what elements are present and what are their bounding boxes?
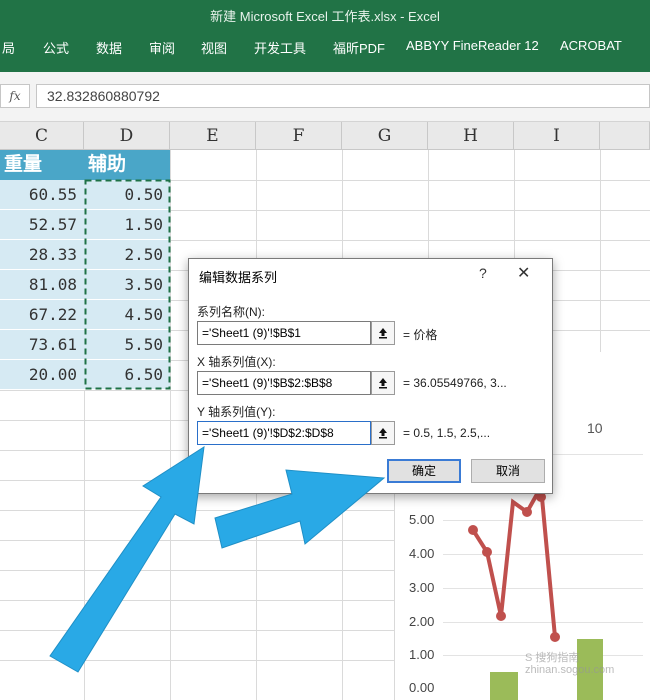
formula-input[interactable]: 32.832860880792 — [36, 84, 650, 108]
help-icon[interactable]: ? — [479, 265, 487, 281]
chart-point — [468, 525, 478, 535]
x-values-input[interactable]: ='Sheet1 (9)'!$B$2:$B$8 — [197, 371, 371, 395]
cancel-button[interactable]: 取消 — [471, 459, 545, 483]
chart-point — [550, 632, 560, 642]
series-name-label: 系列名称(N): — [197, 305, 265, 319]
collapse-range-icon[interactable] — [371, 321, 395, 345]
ribbon: 新建 Microsoft Excel 工作表.xlsx - Excel 局 公式… — [0, 0, 650, 72]
series-name-input[interactable]: ='Sheet1 (9)'!$B$1 — [197, 321, 371, 345]
close-icon[interactable]: ✕ — [517, 263, 530, 283]
column-header-j[interactable] — [600, 122, 650, 150]
collapse-range-icon[interactable] — [371, 421, 395, 445]
column-header-i[interactable]: I — [514, 122, 600, 150]
window-title: 新建 Microsoft Excel 工作表.xlsx - Excel — [210, 9, 440, 24]
column-header-h[interactable]: H — [428, 122, 514, 150]
column-header-f[interactable]: F — [256, 122, 342, 150]
y-values-input[interactable]: ='Sheet1 (9)'!$D$2:$D$8 — [197, 421, 371, 445]
table-cell[interactable]: 60.55 — [0, 180, 84, 210]
table-cell[interactable]: 52.57 — [0, 210, 84, 240]
edit-series-dialog: 编辑数据系列 ? ✕ 系列名称(N): ='Sheet1 (9)'!$B$1 =… — [188, 258, 553, 494]
collapse-range-icon[interactable] — [371, 371, 395, 395]
dialog-title: 编辑数据系列 — [199, 270, 278, 285]
tab-data[interactable]: 数据 — [96, 38, 122, 57]
tab-abbyy[interactable]: ABBYY FineReader 12 — [406, 38, 539, 53]
insert-function-button[interactable]: fx — [0, 84, 30, 108]
table-cell[interactable]: 73.61 — [0, 330, 84, 360]
x-values-preview: = 36.05549766, 3... — [403, 376, 507, 390]
series-name-preview: = 价格 — [403, 328, 438, 342]
table-cell[interactable]: 67.22 — [0, 300, 84, 330]
chart-point — [482, 547, 492, 557]
ok-button[interactable]: 确定 — [387, 459, 461, 483]
tab-formulas[interactable]: 公式 — [43, 38, 69, 57]
tab-foxit-pdf[interactable]: 福昕PDF — [333, 38, 385, 57]
column-header-d[interactable]: D — [84, 122, 170, 150]
x-values-label: X 轴系列值(X): — [197, 355, 276, 369]
table-cell[interactable]: 81.08 — [0, 270, 84, 300]
table-cell[interactable]: 28.33 — [0, 240, 84, 270]
chart-line-series — [471, 480, 557, 638]
tab-view[interactable]: 视图 — [201, 38, 227, 57]
table-cell[interactable]: 20.00 — [0, 360, 84, 390]
chart-point — [522, 507, 532, 517]
copy-selection-border — [84, 179, 171, 390]
tab-developer[interactable]: 开发工具 — [254, 38, 306, 57]
tab-layout[interactable]: 局 — [2, 38, 15, 57]
header-cell-helper[interactable]: 辅助 — [84, 150, 170, 180]
formula-bar: fx 32.832860880792 — [0, 72, 650, 122]
column-header-c[interactable]: C — [0, 122, 84, 150]
header-cell-weight[interactable]: 重量 — [0, 150, 84, 180]
watermark: S 搜狗指南 zhinan.sogou.com — [525, 652, 615, 676]
column-header-g[interactable]: G — [342, 122, 428, 150]
y-values-preview: = 0.5, 1.5, 2.5,... — [403, 426, 491, 440]
column-header-e[interactable]: E — [170, 122, 256, 150]
tab-acrobat[interactable]: ACROBAT — [560, 38, 622, 53]
tab-review[interactable]: 审阅 — [149, 38, 175, 57]
chart-bar — [490, 672, 518, 700]
chart-point — [496, 611, 506, 621]
y-values-label: Y 轴系列值(Y): — [197, 405, 276, 419]
